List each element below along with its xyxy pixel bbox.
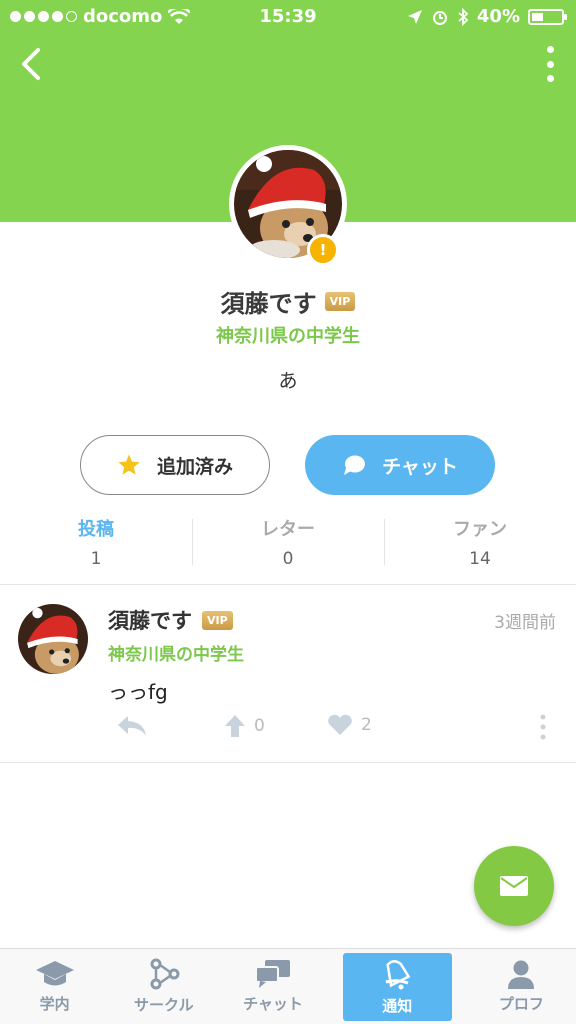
compose-letter-button[interactable] bbox=[474, 846, 554, 926]
stat-fans-value: 14 bbox=[469, 549, 491, 569]
vertical-dots-icon bbox=[540, 714, 546, 740]
alarm-icon bbox=[432, 10, 447, 25]
circle-network-icon bbox=[150, 958, 180, 990]
upvote-button[interactable]: 0 bbox=[224, 714, 265, 738]
profile-stats: 投稿 1 レター 0 ファン 14 bbox=[0, 515, 576, 575]
post-author-school: 神奈川県の中学生 bbox=[108, 645, 244, 665]
post-timestamp: 3週間前 bbox=[494, 613, 556, 633]
profile-school: 神奈川県の中学生 bbox=[216, 326, 360, 347]
like-button[interactable]: 2 bbox=[327, 714, 372, 736]
tab-chat-label: チャット bbox=[243, 995, 303, 1013]
stat-posts-value: 1 bbox=[90, 549, 102, 569]
stat-posts[interactable]: 投稿 1 bbox=[0, 515, 192, 575]
post-author-row: 須藤です VIP bbox=[108, 605, 233, 635]
speech-bubble-icon bbox=[344, 455, 366, 475]
star-icon bbox=[118, 454, 140, 475]
warning-badge: ! bbox=[307, 234, 339, 266]
back-button[interactable] bbox=[14, 44, 54, 84]
more-options-button[interactable] bbox=[544, 46, 556, 82]
post-body[interactable]: っっfg bbox=[108, 676, 168, 705]
vip-badge: VIP bbox=[202, 610, 233, 630]
dog-santa-photo bbox=[18, 604, 88, 674]
chat-button-label: チャット bbox=[382, 455, 458, 478]
bluetooth-icon bbox=[458, 7, 469, 26]
profile-bio: あ bbox=[278, 370, 298, 392]
profile-name: 須藤です bbox=[220, 290, 317, 318]
added-button[interactable]: 追加済み bbox=[80, 435, 270, 495]
envelope-icon bbox=[500, 876, 528, 896]
tab-chat[interactable]: チャット bbox=[218, 949, 327, 1024]
tab-notifications-label: 通知 bbox=[382, 996, 413, 1015]
location-arrow-icon bbox=[407, 9, 422, 24]
divider bbox=[0, 762, 576, 763]
status-icons: 40% bbox=[407, 6, 567, 27]
chat-bubbles-icon bbox=[255, 960, 290, 988]
tab-circle[interactable]: サークル bbox=[109, 949, 218, 1024]
vip-badge: VIP bbox=[324, 292, 356, 311]
up-arrow-icon bbox=[225, 715, 245, 737]
upvote-count: 0 bbox=[254, 716, 265, 736]
post-author-name[interactable]: 須藤です bbox=[108, 605, 192, 635]
reply-arrow-icon bbox=[118, 716, 146, 736]
added-button-label: 追加済み bbox=[156, 455, 233, 478]
stat-letters-label: レター bbox=[261, 519, 315, 540]
like-count: 2 bbox=[361, 715, 372, 735]
post-author-avatar[interactable] bbox=[18, 604, 88, 674]
stat-fans-label: ファン bbox=[453, 519, 507, 540]
profile-name-row: 須藤です VIP bbox=[0, 284, 576, 319]
status-bar: docomo 15:39 40% bbox=[0, 0, 576, 34]
tab-circle-label: サークル bbox=[134, 996, 194, 1014]
stat-letters[interactable]: レター 0 bbox=[192, 515, 384, 575]
post-more-button[interactable] bbox=[538, 714, 548, 740]
tab-campus[interactable]: 学内 bbox=[0, 949, 109, 1024]
graduation-cap-icon bbox=[35, 961, 74, 986]
stat-posts-label: 投稿 bbox=[78, 519, 114, 540]
bell-icon bbox=[385, 959, 411, 989]
tab-bar: 学内 サークル チャット 通知 プロフ bbox=[0, 948, 576, 1024]
reply-button[interactable] bbox=[116, 714, 148, 738]
stat-letters-value: 0 bbox=[282, 549, 294, 569]
tab-profile[interactable]: プロフ bbox=[467, 949, 576, 1024]
divider bbox=[0, 584, 576, 585]
chat-button[interactable]: チャット bbox=[305, 435, 495, 495]
chevron-left-icon bbox=[22, 48, 40, 80]
heart-icon bbox=[328, 714, 352, 735]
tab-campus-label: 学内 bbox=[39, 995, 70, 1013]
person-icon bbox=[508, 960, 535, 989]
battery-icon bbox=[528, 8, 567, 25]
tab-profile-label: プロフ bbox=[498, 995, 544, 1013]
battery-percent: 40% bbox=[476, 6, 520, 27]
stat-fans[interactable]: ファン 14 bbox=[384, 515, 576, 575]
post-actions: 0 2 bbox=[0, 710, 576, 746]
tab-notifications[interactable]: 通知 bbox=[342, 953, 452, 1021]
